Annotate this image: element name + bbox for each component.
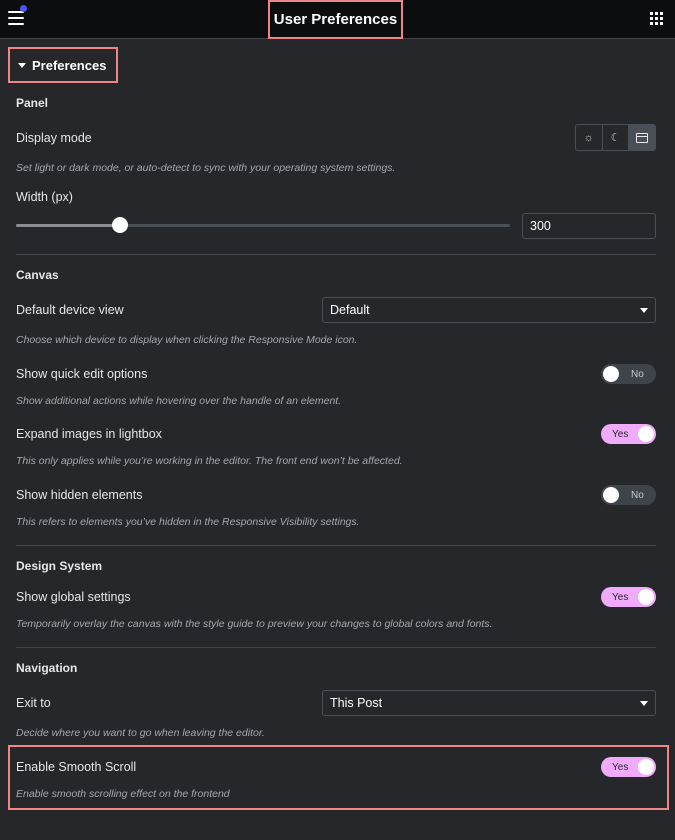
top-bar: User Preferences — [0, 0, 675, 39]
lightbox-toggle[interactable]: Yes — [601, 424, 656, 444]
toggle-state: Yes — [612, 591, 629, 603]
hidden-elements-description: This refers to elements you’ve hidden in… — [16, 516, 360, 528]
global-settings-description: Temporarily overlay the canvas with the … — [16, 618, 493, 630]
light-mode-button[interactable]: ☼ — [576, 125, 603, 150]
exit-to-value: This Post — [330, 696, 383, 710]
caret-down-icon — [18, 62, 26, 68]
display-mode-switcher: ☼ ☾ — [575, 124, 656, 151]
notification-dot — [20, 5, 27, 12]
page-title: User Preferences — [268, 0, 403, 39]
panel-heading: Panel — [16, 96, 49, 110]
global-settings-label: Show global settings — [16, 590, 131, 604]
dark-mode-button[interactable]: ☾ — [603, 125, 630, 150]
toggle-state: No — [631, 489, 644, 501]
lightbox-description: This only applies while you’re working i… — [16, 455, 403, 467]
smooth-scroll-toggle[interactable]: Yes — [601, 757, 656, 777]
quick-edit-toggle[interactable]: No — [601, 364, 656, 384]
auto-mode-button[interactable] — [629, 125, 655, 150]
width-slider-handle[interactable] — [111, 217, 128, 233]
toggle-knob — [638, 759, 654, 775]
sun-icon: ☼ — [583, 131, 594, 144]
toggle-knob — [638, 426, 654, 442]
device-view-description: Choose which device to display when clic… — [16, 334, 358, 346]
width-slider[interactable] — [16, 217, 510, 233]
quick-edit-label: Show quick edit options — [16, 367, 148, 381]
toggle-knob — [603, 366, 619, 382]
moon-icon: ☾ — [610, 132, 621, 144]
grid-apps-icon[interactable] — [650, 12, 663, 25]
smooth-scroll-description: Enable smooth scrolling effect on the fr… — [16, 788, 230, 800]
navigation-heading: Navigation — [16, 661, 78, 675]
device-view-value: Default — [330, 303, 370, 317]
divider — [16, 254, 656, 255]
display-mode-description: Set light or dark mode, or auto-detect t… — [16, 162, 396, 174]
smooth-scroll-highlight — [8, 745, 669, 810]
lightbox-label: Expand images in lightbox — [16, 427, 162, 441]
chevron-down-icon — [640, 308, 648, 313]
hidden-elements-toggle[interactable]: No — [601, 485, 656, 505]
toggle-state: Yes — [612, 761, 629, 773]
hamburger-menu-icon[interactable] — [8, 11, 24, 25]
width-input[interactable] — [522, 213, 656, 239]
width-label: Width (px) — [16, 190, 73, 204]
preferences-section-toggle[interactable]: Preferences — [8, 47, 118, 83]
exit-to-description: Decide where you want to go when leaving… — [16, 727, 265, 739]
canvas-heading: Canvas — [16, 268, 59, 282]
toggle-state: No — [631, 368, 644, 380]
toggle-knob — [603, 487, 619, 503]
global-settings-toggle[interactable]: Yes — [601, 587, 656, 607]
design-system-heading: Design System — [16, 559, 103, 573]
divider — [16, 545, 656, 546]
exit-to-label: Exit to — [16, 696, 51, 710]
device-view-label: Default device view — [16, 303, 124, 317]
toggle-knob — [638, 589, 654, 605]
chevron-down-icon — [640, 701, 648, 706]
display-mode-label: Display mode — [16, 131, 92, 145]
exit-to-select[interactable]: This Post — [322, 690, 656, 716]
smooth-scroll-label: Enable Smooth Scroll — [16, 760, 137, 774]
divider — [16, 647, 656, 648]
quick-edit-description: Show additional actions while hovering o… — [16, 395, 342, 407]
hidden-elements-label: Show hidden elements — [16, 488, 143, 502]
section-title: Preferences — [32, 57, 107, 73]
window-icon — [636, 132, 649, 143]
toggle-state: Yes — [612, 428, 629, 440]
width-slider-fill — [16, 224, 120, 227]
device-view-select[interactable]: Default — [322, 297, 656, 323]
